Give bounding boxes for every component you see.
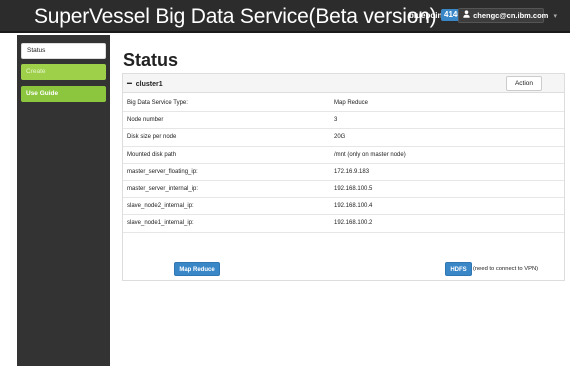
cluster-panel: ━ cluster1 Action Big Data Service Type:… [122, 73, 565, 281]
row-key: master_server_floating_ip: [127, 168, 198, 175]
panel-header: ━ cluster1 Action [123, 74, 564, 93]
row-value: 192.168.100.2 [334, 220, 373, 227]
row-value: /mnt (only on master node) [334, 151, 406, 158]
hdfs-button[interactable]: HDFS [445, 262, 472, 276]
row-key: master_server_internal_ip: [127, 185, 199, 192]
sidebar: Status Create Use Guide [17, 35, 110, 366]
cluster-title[interactable]: ━ cluster1 [127, 79, 163, 88]
row-key: slave_node2_internal_ip: [127, 203, 194, 210]
table-row: slave_node1_internal_ip: 192.168.100.2 [123, 215, 564, 233]
table-row: Disk size per node 20G [123, 129, 564, 147]
row-key: slave_node1_internal_ip: [127, 220, 194, 227]
row-key: Big Data Service Type: [127, 100, 188, 106]
app-title: SuperVessel Big Data Service(Beta versio… [34, 5, 437, 28]
user-menu-button[interactable]: chengc@cn.ibm.com ▾ [458, 8, 557, 23]
page-title: Status [123, 50, 179, 70]
table-row: Big Data Service Type: Map Reduce [123, 95, 564, 113]
sidebar-item-status[interactable]: Status [21, 43, 106, 59]
table-row: master_server_internal_ip: 192.168.100.5 [123, 181, 564, 199]
row-value: 172.16.9.183 [334, 168, 370, 175]
collapse-icon: ━ [127, 79, 132, 88]
row-key: Node number [127, 117, 164, 124]
main-content: Status ━ cluster1 Action Big Data Servic… [110, 35, 570, 366]
row-value: Map Reduce [334, 100, 369, 106]
user-icon [463, 9, 471, 22]
map-reduce-button[interactable]: Map Reduce [174, 262, 220, 276]
user-email: chengc@cn.ibm.com [473, 11, 549, 20]
top-navbar: SuperVessel Big Data Service(Beta versio… [0, 0, 570, 33]
vpn-note: (need to connect to VPN) [473, 266, 539, 272]
chevron-down-icon: ▾ [553, 13, 557, 20]
table-row: Node number 3 [123, 112, 564, 130]
sidebar-item-create[interactable]: Create [21, 64, 106, 80]
table-row: master_server_floating_ip: 172.16.9.183 [123, 164, 564, 181]
row-value: 192.168.100.4 [334, 203, 373, 210]
sidebar-item-use-guide[interactable]: Use Guide [21, 86, 106, 102]
row-value: 192.168.100.5 [334, 185, 373, 192]
row-key: Disk size per node [127, 134, 177, 141]
row-value: 3 [334, 117, 338, 124]
cluster-details-table: Big Data Service Type: Map Reduce Node n… [123, 95, 564, 233]
action-button[interactable]: Action [506, 76, 542, 91]
table-row: Mounted disk path /mnt (only on master n… [123, 147, 564, 164]
cluster-name: cluster1 [135, 81, 163, 88]
row-key: Mounted disk path [127, 151, 177, 158]
row-value: 20G [334, 134, 346, 141]
table-row: slave_node2_internal_ip: 192.168.100.4 [123, 198, 564, 216]
